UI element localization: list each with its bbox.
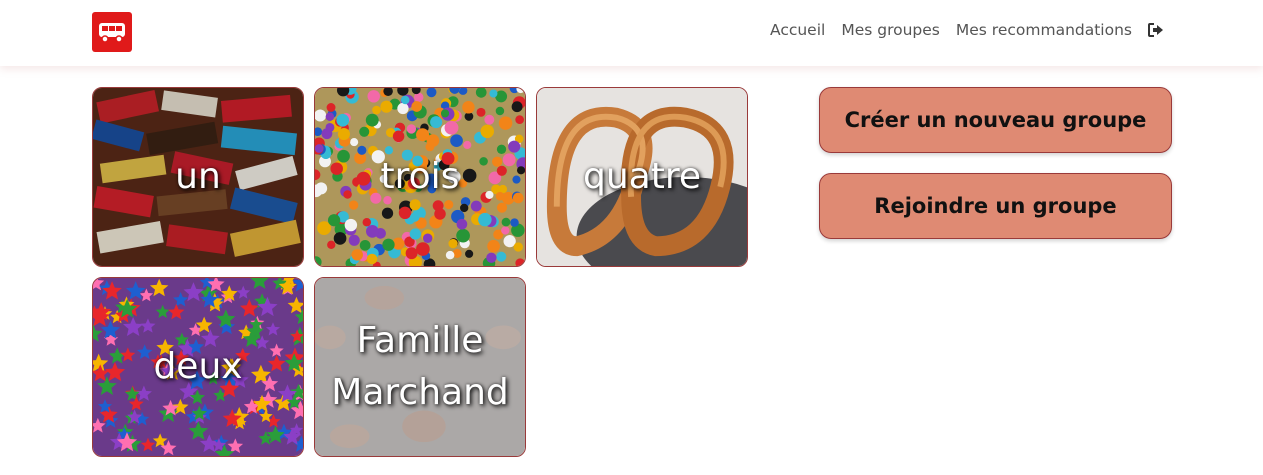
group-name: trois [380, 156, 460, 197]
group-name: un [175, 156, 221, 197]
create-group-button[interactable]: Créer un nouveau groupe [819, 87, 1172, 153]
group-card-quatre[interactable]: quatre [536, 87, 748, 267]
join-group-button[interactable]: Rejoindre un groupe [819, 173, 1172, 239]
nav-link-mes-recommandations[interactable]: Mes recommandations [956, 21, 1132, 39]
navbar: Accueil Mes groupes Mes recommandations [0, 0, 1263, 66]
group-card-un[interactable]: un [92, 87, 304, 267]
group-name: deux [153, 346, 243, 387]
bus-icon [99, 23, 125, 43]
group-card-trois[interactable]: trois [314, 87, 526, 267]
sign-out-icon [1148, 23, 1163, 37]
nav-links: Accueil Mes groupes Mes recommandations [754, 21, 1166, 39]
nav-link-accueil[interactable]: Accueil [770, 21, 825, 39]
nav-link-mes-groupes[interactable]: Mes groupes [841, 21, 940, 39]
group-name: Famille Marchand [331, 320, 509, 413]
logout-button[interactable] [1148, 21, 1166, 39]
group-card-deux[interactable]: deux [92, 277, 304, 457]
group-name: quatre [582, 156, 701, 197]
home-logo[interactable] [92, 12, 132, 52]
group-card-famille-marchand[interactable]: Famille Marchand [314, 277, 526, 457]
